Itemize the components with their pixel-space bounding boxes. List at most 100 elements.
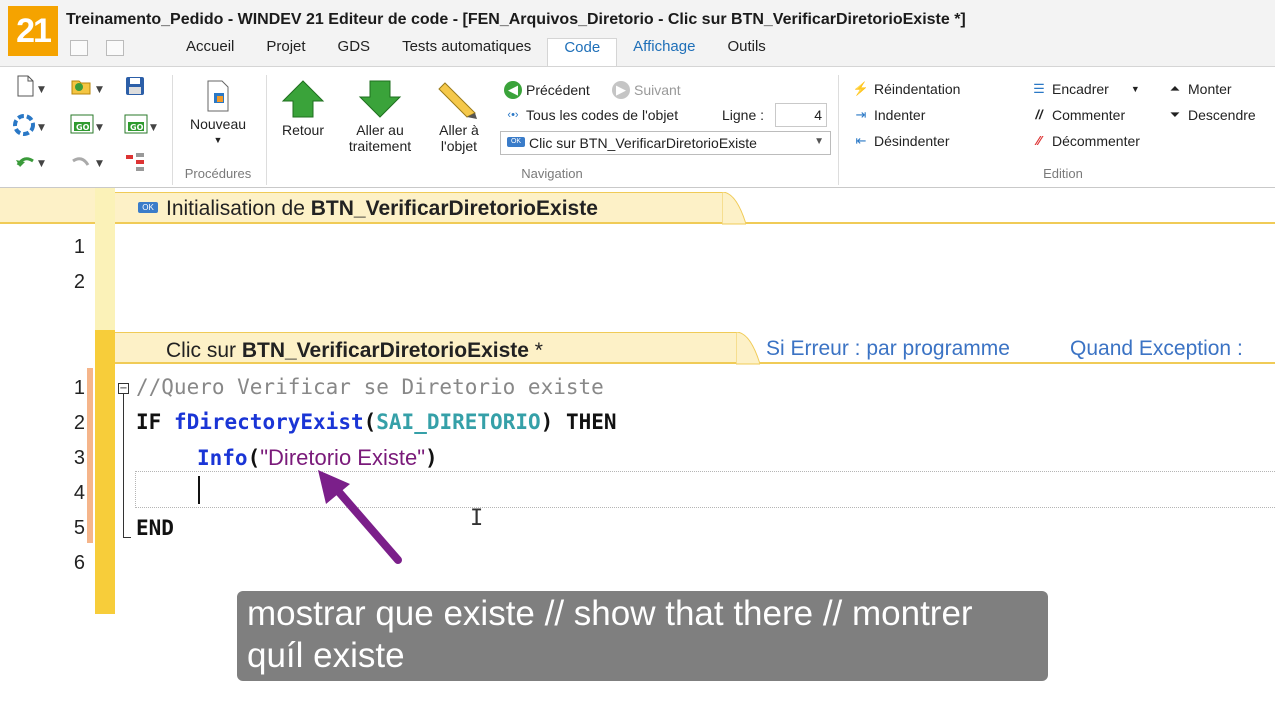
line-number: 1 <box>73 377 85 399</box>
layout-icon[interactable] <box>106 40 124 56</box>
chevron-down-icon: ▼ <box>1130 84 1140 94</box>
chevron-down-icon[interactable]: ▼ <box>38 85 45 95</box>
group-label-navigation: Navigation <box>521 166 583 181</box>
encadrer-label: Encadrer <box>1052 81 1109 97</box>
arrow-down-icon <box>358 80 402 118</box>
line-number: 6 <box>73 552 85 574</box>
tous-codes-label: Tous les codes de l'objet <box>526 107 679 123</box>
commenter-button[interactable]: // Commenter <box>1030 107 1125 123</box>
descendre-label: Descendre <box>1188 107 1256 123</box>
event-select[interactable]: OK Clic sur BTN_VerificarDiretorioExiste … <box>500 131 831 155</box>
window-title: Treinamento_Pedido - WINDEV 21 Editeur d… <box>66 11 966 28</box>
aller-objet-label: Aller à l'objet <box>439 122 479 154</box>
save-icon[interactable] <box>124 75 146 97</box>
code-line-if[interactable]: IF fDirectoryExist(SAI_DIRETORIO) THEN <box>136 410 617 434</box>
desindenter-button[interactable]: ⇤ Désindenter <box>852 133 950 149</box>
collapse-block-icon[interactable]: − <box>118 383 129 394</box>
text-caret <box>198 476 200 504</box>
aller-traitement-label: Aller au traitement <box>348 122 412 154</box>
windev-logo: 21 <box>8 6 58 56</box>
error-mode-link[interactable]: Si Erreur : par programme <box>766 337 1010 361</box>
line-number: 2 <box>73 412 85 434</box>
svg-text:GO: GO <box>76 123 90 132</box>
tab-code[interactable]: Code <box>547 38 618 66</box>
nouveau-label: Nouveau <box>189 116 247 132</box>
comment-icon: // <box>1035 107 1043 122</box>
indent-icon: ⇥ <box>855 107 867 122</box>
chevron-down-icon[interactable]: ▼ <box>38 123 45 133</box>
code-line-info[interactable]: Info("Diretorio Existe") <box>197 445 438 471</box>
tab-affichage[interactable]: Affichage <box>617 38 711 66</box>
click-object-name: BTN_VerificarDiretorioExiste <box>241 339 529 362</box>
current-line-highlight <box>135 471 1275 508</box>
exception-mode-link[interactable]: Quand Exception : <box>1070 337 1243 361</box>
move-down-icon: ⏷ <box>1169 107 1181 122</box>
precedent-button[interactable]: ◀ Précédent <box>504 81 590 99</box>
structure-icon[interactable] <box>124 151 146 173</box>
ibeam-cursor-icon: I <box>470 506 484 531</box>
tous-codes-button[interactable]: ‹•› Tous les codes de l'objet <box>504 107 678 123</box>
tab-outils[interactable]: Outils <box>711 38 781 66</box>
arrow-up-icon <box>281 80 325 118</box>
go-project-icon[interactable]: GO <box>124 113 148 135</box>
outdent-icon: ⇤ <box>855 133 867 148</box>
monter-label: Monter <box>1188 81 1232 97</box>
reindentation-label: Réindentation <box>874 81 961 97</box>
open-folder-icon[interactable] <box>70 75 92 97</box>
new-procedure-button[interactable]: Nouveau ▼ <box>178 79 258 148</box>
retour-button[interactable]: Retour <box>272 79 334 138</box>
line-number: 2 <box>73 271 85 293</box>
code-line-end[interactable]: END <box>136 516 174 540</box>
button-object-icon: OK <box>507 137 525 148</box>
tab-projet[interactable]: Projet <box>250 38 321 66</box>
descendre-button[interactable]: ⏷ Descendre <box>1166 107 1256 123</box>
line-number: 4 <box>73 482 85 504</box>
arrow-left-icon: ◀ <box>504 81 522 99</box>
click-section-title: Clic sur BTN_VerificarDiretorioExiste * <box>166 339 543 362</box>
button-object-icon: OK <box>138 201 158 213</box>
ligne-input[interactable]: 4 <box>775 103 827 127</box>
tab-tests-automatiques[interactable]: Tests automatiques <box>386 38 547 66</box>
aller-objet-button[interactable]: Aller à l'objet <box>426 79 492 154</box>
commenter-label: Commenter <box>1052 107 1126 123</box>
indenter-button[interactable]: ⇥ Indenter <box>852 107 926 123</box>
chevron-down-icon[interactable]: ▼ <box>38 159 45 169</box>
frame-icon: ☰ <box>1033 81 1045 96</box>
chevron-down-icon[interactable]: ▼ <box>96 85 103 95</box>
keyboard-icon[interactable] <box>70 40 88 56</box>
decommenter-label: Décommenter <box>1052 133 1140 149</box>
code-line-comment[interactable]: //Quero Verificar se Diretorio existe <box>136 375 604 399</box>
decommenter-button[interactable]: ⁄⁄ Décommenter <box>1030 133 1140 149</box>
chevron-down-icon[interactable]: ▼ <box>150 123 157 133</box>
title-bar: 21 Treinamento_Pedido - WINDEV 21 Editeu… <box>0 0 1275 66</box>
modified-marker: * <box>528 339 543 362</box>
move-up-icon: ⏶ <box>1169 81 1181 96</box>
new-document-icon[interactable] <box>14 75 36 97</box>
undo-icon[interactable] <box>14 151 36 173</box>
reindentation-button[interactable]: ⚡ Réindentation <box>852 81 961 97</box>
desindenter-label: Désindenter <box>874 133 950 149</box>
pencil-icon <box>438 82 477 119</box>
aller-traitement-button[interactable]: Aller au traitement <box>340 79 420 154</box>
chevron-down-icon[interactable]: ▼ <box>96 123 103 133</box>
go-icon[interactable]: GO <box>70 113 94 135</box>
ligne-label: Ligne : <box>722 107 765 123</box>
line-number: 5 <box>73 517 85 539</box>
event-select-value: Clic sur BTN_VerificarDiretorioExiste <box>529 135 757 151</box>
line-number: 1 <box>73 236 85 258</box>
suivant-button[interactable]: ▶ Suivant <box>612 81 681 99</box>
tab-gds[interactable]: GDS <box>322 38 387 66</box>
reindent-icon: ⚡ <box>852 81 870 96</box>
encadrer-button[interactable]: ☰ Encadrer ▼ <box>1030 81 1140 97</box>
compile-icon[interactable] <box>12 113 35 136</box>
monter-button[interactable]: ⏶ Monter <box>1166 81 1232 97</box>
chevron-down-icon[interactable]: ▼ <box>96 159 103 169</box>
init-section-title: OK Initialisation de BTN_VerificarDiretor… <box>138 197 598 221</box>
tab-accueil[interactable]: Accueil <box>170 38 250 66</box>
line-number: 3 <box>73 447 85 469</box>
redo-icon[interactable] <box>70 151 92 173</box>
new-procedure-icon <box>207 80 229 112</box>
svg-text:GO: GO <box>130 123 144 132</box>
arrow-right-icon: ▶ <box>612 81 630 99</box>
uncomment-icon: ⁄⁄ <box>1036 133 1042 148</box>
